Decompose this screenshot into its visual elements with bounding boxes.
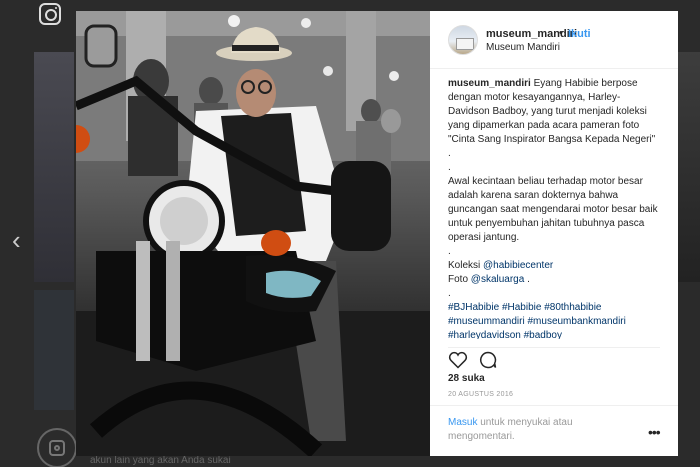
- login-link[interactable]: Masuk: [448, 417, 477, 428]
- background-thumbnail-left: [34, 52, 74, 282]
- skaluarga-mention-link[interactable]: @skaluarga: [471, 274, 525, 285]
- follow-button[interactable]: Ikuti: [568, 28, 591, 40]
- comment-icon[interactable]: [478, 350, 498, 370]
- avatar[interactable]: [448, 25, 478, 55]
- caption-dot: .: [448, 148, 451, 159]
- caption-scroll-area[interactable]: museum_mandiri Eyang Habibie berpose den…: [448, 77, 660, 339]
- hashtag-link[interactable]: #badboy: [524, 330, 562, 339]
- more-options-icon[interactable]: •••: [648, 424, 661, 440]
- hashtag-list: #BJHabibie #Habibie #80thhabibie #museum…: [448, 301, 660, 339]
- caption-paragraph-2: Awal kecintaan beliau terhadap motor bes…: [448, 176, 658, 243]
- foto-label: Foto: [448, 274, 471, 285]
- previous-arrow-icon[interactable]: ‹: [12, 226, 34, 254]
- post-date: 20 AGUSTUS 2016: [448, 391, 514, 398]
- hashtag-link[interactable]: #museummandiri: [448, 316, 525, 327]
- hashtag-link[interactable]: #BJHabibie: [448, 302, 499, 313]
- caption-paragraph-1: museum_mandiri Eyang Habibie berpose den…: [448, 77, 660, 147]
- instagram-icon-bottom[interactable]: [37, 428, 77, 467]
- comment-area: Masuk untuk menyukai atau mengomentari. …: [430, 405, 678, 456]
- heart-icon[interactable]: [448, 350, 468, 370]
- caption-foto-line: Foto @skaluarga .: [448, 273, 660, 287]
- post-detail-panel: museum_mandiri • Ikuti Museum Mandiri mu…: [430, 11, 678, 456]
- caption-author-link[interactable]: museum_mandiri: [448, 78, 531, 89]
- action-bar: [448, 347, 660, 371]
- instagram-icon[interactable]: [39, 3, 61, 25]
- koleksi-label: Koleksi: [448, 260, 484, 271]
- background-thumbnail-right: [678, 52, 700, 282]
- post-header: museum_mandiri • Ikuti Museum Mandiri: [430, 11, 678, 69]
- background-suggestions-caption: akun lain yang akan Anda sukai: [90, 455, 231, 466]
- caption-dot: .: [448, 246, 451, 257]
- caption-koleksi-line: Koleksi @habibiecenter: [448, 259, 660, 273]
- hashtag-link[interactable]: #Habibie: [502, 302, 541, 313]
- background-block-left: [34, 290, 74, 410]
- hashtag-link[interactable]: #harleydavidson: [448, 330, 521, 339]
- caption-dot: .: [448, 162, 451, 173]
- habibiecenter-mention-link[interactable]: @habibiecenter: [483, 260, 553, 271]
- hashtag-link[interactable]: #80thhabibie: [544, 302, 601, 313]
- login-prompt: Masuk untuk menyukai atau mengomentari.: [448, 416, 618, 444]
- post-photo: [76, 11, 430, 456]
- foto-suffix: .: [524, 274, 530, 285]
- header-separator: •: [559, 27, 563, 39]
- hashtag-link[interactable]: #museumbankmandiri: [527, 316, 625, 327]
- photo-illustration: [76, 11, 430, 456]
- background-block-right: [678, 290, 700, 410]
- username-link[interactable]: museum_mandiri: [486, 28, 577, 40]
- caption-dot: .: [448, 288, 451, 299]
- location-link[interactable]: Museum Mandiri: [486, 42, 560, 53]
- like-count[interactable]: 28 suka: [448, 373, 485, 384]
